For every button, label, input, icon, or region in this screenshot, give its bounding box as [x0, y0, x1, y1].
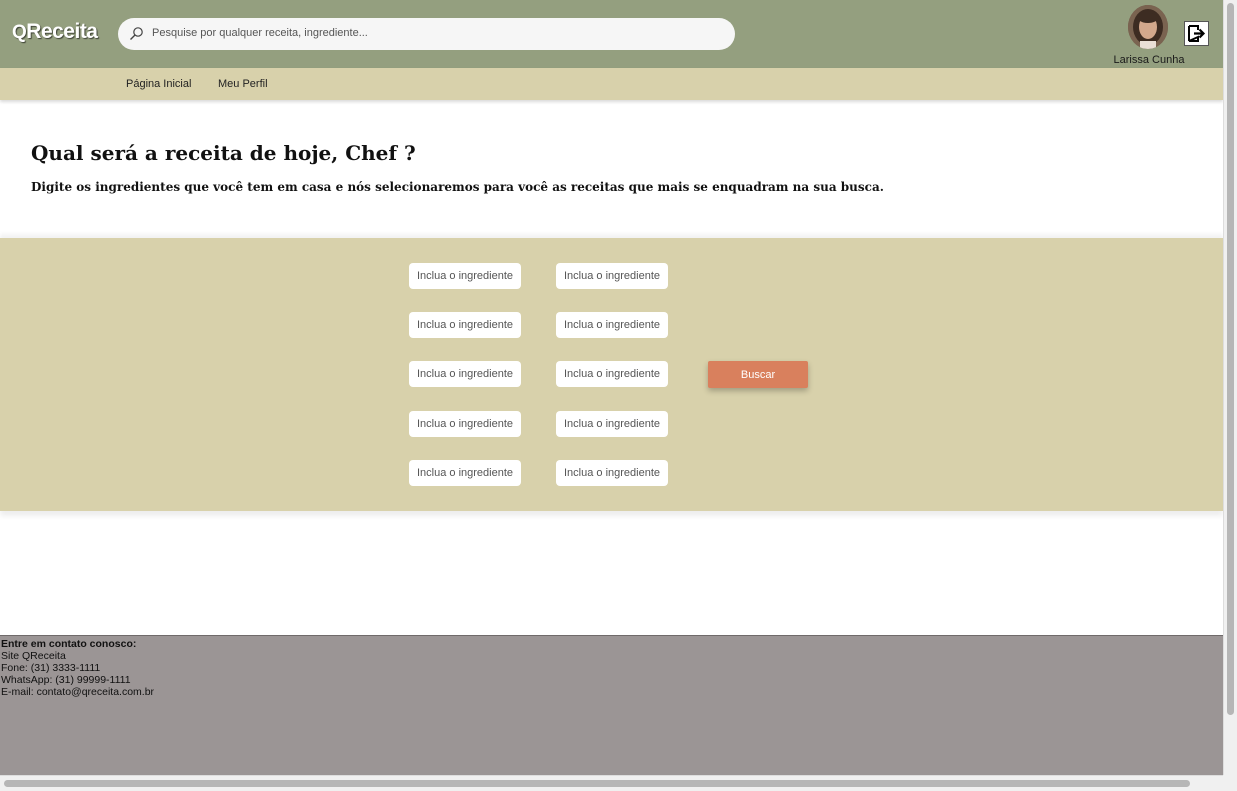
- ingredient-input-4[interactable]: [556, 312, 668, 338]
- page-title: Qual será a receita de hoje, Chef ?: [31, 141, 416, 165]
- avatar[interactable]: [1128, 5, 1168, 49]
- ingredient-input-10[interactable]: [556, 460, 668, 486]
- user-name[interactable]: Larissa Cunha: [1110, 54, 1188, 66]
- logout-icon: [1188, 25, 1206, 42]
- contact-email: E-mail: contato@qreceita.com.br: [1, 686, 155, 698]
- nav-profile-link[interactable]: Meu Perfil: [218, 78, 268, 90]
- nav-home-link[interactable]: Página Inicial: [126, 78, 191, 90]
- contact-info: Entre em contato conosco: Site QReceita …: [1, 638, 154, 698]
- search-bar[interactable]: Pesquise por qualquer receita, ingredien…: [118, 18, 735, 50]
- contact-whatsapp: WhatsApp: (31) 99999-1111: [1, 674, 131, 686]
- page-viewport: QReceita Pesquise por qualquer receita, …: [0, 0, 1223, 775]
- avatar-photo: [1128, 5, 1168, 49]
- contact-heading: Entre em contato conosco:: [1, 638, 137, 650]
- ingredient-input-7[interactable]: [409, 411, 521, 437]
- top-header: QReceita Pesquise por qualquer receita, …: [0, 0, 1223, 68]
- scrollbar-corner: [1223, 775, 1237, 791]
- search-icon: [130, 27, 143, 40]
- logout-button[interactable]: [1184, 21, 1209, 46]
- horizontal-scroll-thumb[interactable]: [4, 780, 1190, 787]
- ingredient-input-3[interactable]: [409, 312, 521, 338]
- ingredient-input-2[interactable]: [556, 263, 668, 289]
- ingredient-input-1[interactable]: [409, 263, 521, 289]
- ingredient-input-5[interactable]: [409, 361, 521, 387]
- main-nav: Página Inicial Meu Perfil: [0, 68, 1223, 100]
- ingredient-input-9[interactable]: [409, 460, 521, 486]
- ingredient-input-8[interactable]: [556, 411, 668, 437]
- vertical-scrollbar[interactable]: [1223, 0, 1237, 791]
- horizontal-scrollbar[interactable]: [0, 775, 1223, 791]
- ingredient-input-6[interactable]: [556, 361, 668, 387]
- page-subtitle: Digite os ingredientes que você tem em c…: [31, 180, 884, 194]
- search-input[interactable]: Pesquise por qualquer receita, ingredien…: [152, 27, 368, 39]
- contact-phone: Fone: (31) 3333-1111: [1, 662, 101, 674]
- search-recipes-button[interactable]: Buscar: [708, 361, 808, 388]
- logo-text: Receita: [26, 20, 98, 43]
- page-footer: Entre em contato conosco: Site QReceita …: [0, 635, 1223, 775]
- contact-site: Site QReceita: [1, 650, 66, 662]
- vertical-scroll-thumb[interactable]: [1227, 3, 1234, 715]
- site-logo[interactable]: QReceita: [12, 20, 98, 44]
- logo-q: Q: [12, 22, 27, 43]
